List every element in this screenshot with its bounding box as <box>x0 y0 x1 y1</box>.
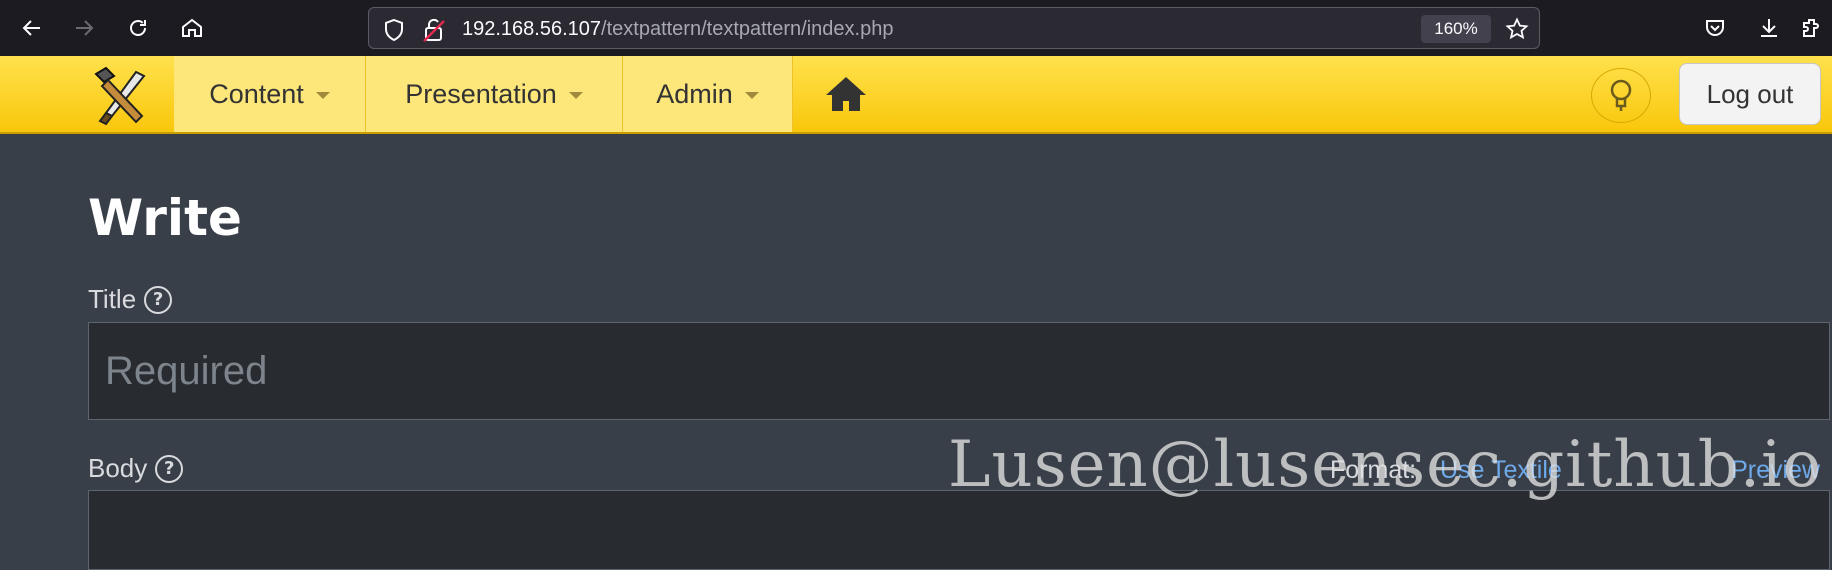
title-label-text: Title <box>88 284 137 314</box>
pocket-icon <box>1706 20 1724 36</box>
insecure-lock-icon[interactable] <box>422 17 446 43</box>
body-help-icon[interactable]: ? <box>155 454 184 483</box>
page-title: Write <box>88 189 242 247</box>
body-textarea[interactable] <box>88 490 1830 570</box>
reload-icon <box>130 20 146 36</box>
browser-toolbar: 192.168.56.107/textpattern/textpattern/i… <box>0 0 1832 56</box>
format-textile-link[interactable]: Use Textile <box>1440 456 1562 485</box>
home-button[interactable] <box>174 10 210 46</box>
back-button[interactable] <box>14 10 50 46</box>
body-toolbar: Format: Use Textile Preview <box>1330 456 1820 490</box>
url-text[interactable]: 192.168.56.107/textpattern/textpattern/i… <box>462 17 893 41</box>
title-input[interactable] <box>88 322 1830 420</box>
menu-admin-label: Admin <box>656 78 733 109</box>
downloads-button[interactable] <box>1751 10 1787 46</box>
body-label-text: Body <box>88 453 148 483</box>
pocket-button[interactable] <box>1697 10 1733 46</box>
back-icon <box>22 20 40 36</box>
menu-content-label: Content <box>209 78 304 109</box>
url-host: 192.168.56.107 <box>462 18 602 40</box>
zoom-level-badge[interactable]: 160% <box>1421 15 1491 43</box>
textpattern-logo-icon[interactable] <box>86 66 152 126</box>
view-site-home-icon[interactable] <box>824 74 868 114</box>
lightbulb-icon <box>1610 79 1632 111</box>
extensions-icon <box>1803 19 1819 37</box>
body-field-label: Body ? <box>88 453 184 484</box>
chevron-down-icon <box>568 91 583 99</box>
downloads-icon <box>1761 19 1777 37</box>
home-icon <box>182 18 202 37</box>
logout-button[interactable]: Log out <box>1679 63 1821 125</box>
forward-button[interactable] <box>66 10 102 46</box>
menu-admin[interactable]: Admin <box>623 56 793 132</box>
admin-header: Content Presentation Admin Log out <box>0 56 1832 134</box>
url-bar[interactable]: 192.168.56.107/textpattern/textpattern/i… <box>368 7 1540 49</box>
title-help-icon[interactable]: ? <box>144 285 173 314</box>
chevron-down-icon <box>744 91 759 99</box>
shield-icon[interactable] <box>383 18 405 42</box>
format-label: Format: <box>1330 456 1417 484</box>
preview-link[interactable]: Preview <box>1731 456 1820 485</box>
tip-lightbulb-button[interactable] <box>1591 68 1651 123</box>
forward-icon <box>76 20 94 36</box>
reload-button[interactable] <box>120 10 156 46</box>
bookmark-star-icon[interactable] <box>1505 17 1529 41</box>
menu-content[interactable]: Content <box>174 56 366 132</box>
extensions-button[interactable] <box>1800 10 1832 46</box>
title-field-label: Title ? <box>88 284 173 315</box>
url-path: /textpattern/textpattern/index.php <box>601 18 894 40</box>
menu-presentation-label: Presentation <box>405 78 557 109</box>
chevron-down-icon <box>315 91 330 99</box>
menu-presentation[interactable]: Presentation <box>366 56 623 132</box>
